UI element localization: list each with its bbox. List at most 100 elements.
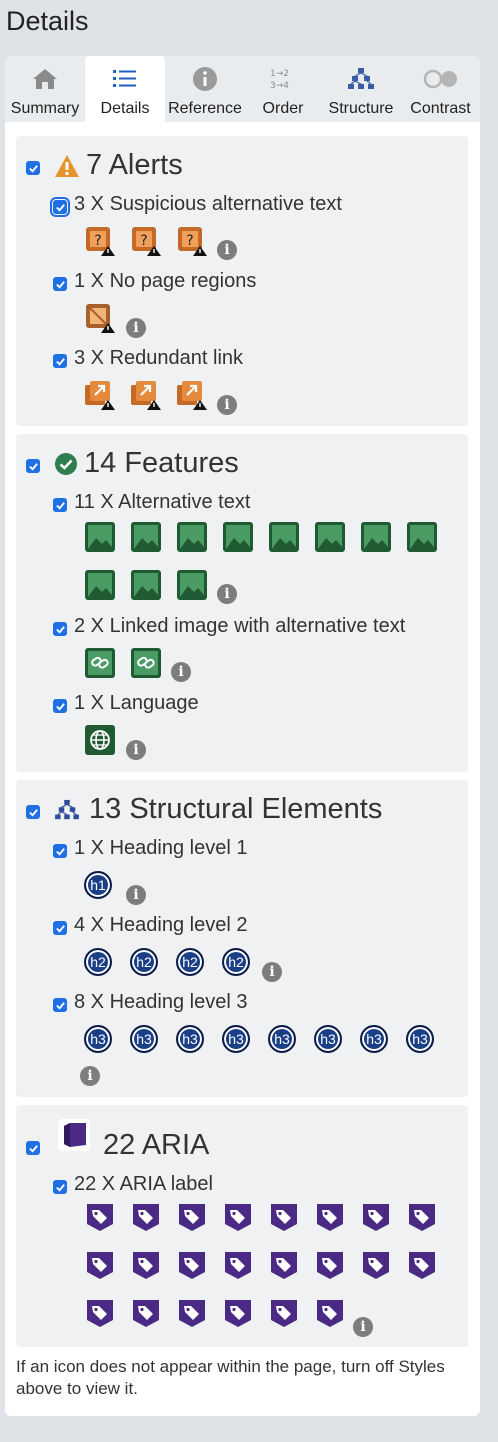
footer-note: If an icon does not appear within the pa… [16,1357,445,1398]
aria-title: 22 ARIA [103,1129,210,1161]
alt-text-image-icon[interactable] [130,521,162,558]
order-icon: 1→2 3→4 [245,65,321,93]
tab-order[interactable]: 1→2 3→4 Order [245,56,321,122]
alt-text-image-icon[interactable] [84,521,116,558]
alt-text-checkbox[interactable] [53,498,67,512]
heading3-badge-icon[interactable]: h3 [314,1025,342,1053]
alt-text-image-icon[interactable] [84,569,116,606]
heading3-badge-icon[interactable]: h3 [406,1025,434,1053]
heading1-badge-icon[interactable]: h1 [84,871,112,899]
alt-text-image-icon[interactable] [268,521,300,558]
alerts-checkbox[interactable] [26,161,40,175]
aria-label-tag-icon[interactable] [176,1201,208,1238]
hierarchy-icon [54,799,80,826]
aria-label-tag-icon[interactable] [176,1297,208,1334]
linked-image-icon[interactable] [84,647,116,684]
info-icon[interactable]: i [80,1066,100,1086]
tab-summary[interactable]: Summary [5,56,85,122]
suspicious-alt-icon[interactable]: ? [176,225,208,262]
aria-label-tag-icon[interactable] [130,1249,162,1286]
alt-text-image-icon[interactable] [176,569,208,606]
heading3-badge-icon[interactable]: h3 [222,1025,250,1053]
linked-image-checkbox[interactable] [53,622,67,636]
info-icon[interactable]: i [126,740,146,760]
aria-label-tag-icon[interactable] [314,1249,346,1286]
aria-label-checkbox[interactable] [53,1180,67,1194]
structure-title: 13 Structural Elements [89,793,383,825]
alt-text-image-icon[interactable] [406,521,438,558]
features-checkbox[interactable] [26,459,40,473]
aria-label-tag-icon[interactable] [268,1249,300,1286]
globe-icon[interactable] [84,724,116,761]
aria-label-tag-icon[interactable] [130,1297,162,1334]
info-icon[interactable]: i [126,885,146,905]
aria-label-tag-icon[interactable] [130,1201,162,1238]
info-icon[interactable]: i [217,584,237,604]
heading1-checkbox[interactable] [53,844,67,858]
heading3-label: 8 X Heading level 3 [74,991,248,1013]
alt-text-image-icon[interactable] [176,521,208,558]
tab-order-label: Order [262,100,304,117]
alt-text-image-icon[interactable] [130,569,162,606]
language-checkbox[interactable] [53,699,67,713]
warning-icon [54,154,80,183]
suspicious-alt-icon[interactable]: ? [130,225,162,262]
info-icon[interactable]: i [126,318,146,338]
redundant-link-icon[interactable] [176,379,208,416]
aria-label-tag-icon[interactable] [268,1201,300,1238]
heading2-checkbox[interactable] [53,921,67,935]
aria-label-tag-icon[interactable] [314,1201,346,1238]
no-regions-icon[interactable] [84,302,116,339]
aria-label-tag-icon[interactable] [314,1297,346,1334]
heading2-badge-icon[interactable]: h2 [176,948,204,976]
alt-text-image-icon[interactable] [222,521,254,558]
heading3-badge-icon[interactable]: h3 [360,1025,388,1053]
aria-label-tag-icon[interactable] [268,1297,300,1334]
aria-label-tag-icon[interactable] [222,1201,254,1238]
structure-checkbox[interactable] [26,805,40,819]
redundant-link-icon[interactable] [84,379,116,416]
heading1-label: 1 X Heading level 1 [74,837,248,859]
heading3-badge-icon[interactable]: h3 [268,1025,296,1053]
no-regions-checkbox[interactable] [53,277,67,291]
aria-label-tag-icon[interactable] [84,1297,116,1334]
svg-text:?: ? [186,233,193,249]
svg-text:1→2: 1→2 [270,69,289,79]
info-icon[interactable]: i [171,662,191,682]
aria-label-tag-icon[interactable] [406,1249,438,1286]
heading2-badge-icon[interactable]: h2 [84,948,112,976]
heading2-badge-icon[interactable]: h2 [130,948,158,976]
aria-label-tag-icon[interactable] [84,1201,116,1238]
info-icon[interactable]: i [217,240,237,260]
tab-structure[interactable]: Structure [321,56,401,122]
alt-text-image-icon[interactable] [314,521,346,558]
aria-label-tag-icon[interactable] [406,1201,438,1238]
suspicious-alt-icon[interactable]: ? [84,225,116,262]
aria-section: 22 ARIA 22 X ARIA label i [16,1105,468,1347]
heading3-badge-icon[interactable]: h3 [130,1025,158,1053]
heading2-badge-icon[interactable]: h2 [222,948,250,976]
alerts-title: 7 Alerts [86,149,183,181]
info-icon[interactable]: i [262,962,282,982]
redundant-link-checkbox[interactable] [53,354,67,368]
heading3-badge-icon[interactable]: h3 [84,1025,112,1053]
redundant-link-icon[interactable] [130,379,162,416]
aria-label-tag-icon[interactable] [84,1249,116,1286]
tab-reference[interactable]: Reference [165,56,245,122]
heading3-badge-icon[interactable]: h3 [176,1025,204,1053]
tab-details[interactable]: Details [85,56,165,122]
heading3-checkbox[interactable] [53,998,67,1012]
aria-label-tag-icon[interactable] [360,1249,392,1286]
linked-image-icon[interactable] [130,647,162,684]
info-icon[interactable]: i [217,395,237,415]
aria-label-tag-icon[interactable] [360,1201,392,1238]
alt-text-image-icon[interactable] [360,521,392,558]
aria-label-tag-icon[interactable] [222,1249,254,1286]
tab-contrast-label: Contrast [410,100,471,117]
tab-contrast[interactable]: Contrast [401,56,480,122]
aria-checkbox[interactable] [26,1141,40,1155]
suspicious-alt-checkbox[interactable] [50,197,70,217]
info-icon[interactable]: i [353,1317,373,1337]
aria-label-tag-icon[interactable] [176,1249,208,1286]
aria-label-tag-icon[interactable] [222,1297,254,1334]
